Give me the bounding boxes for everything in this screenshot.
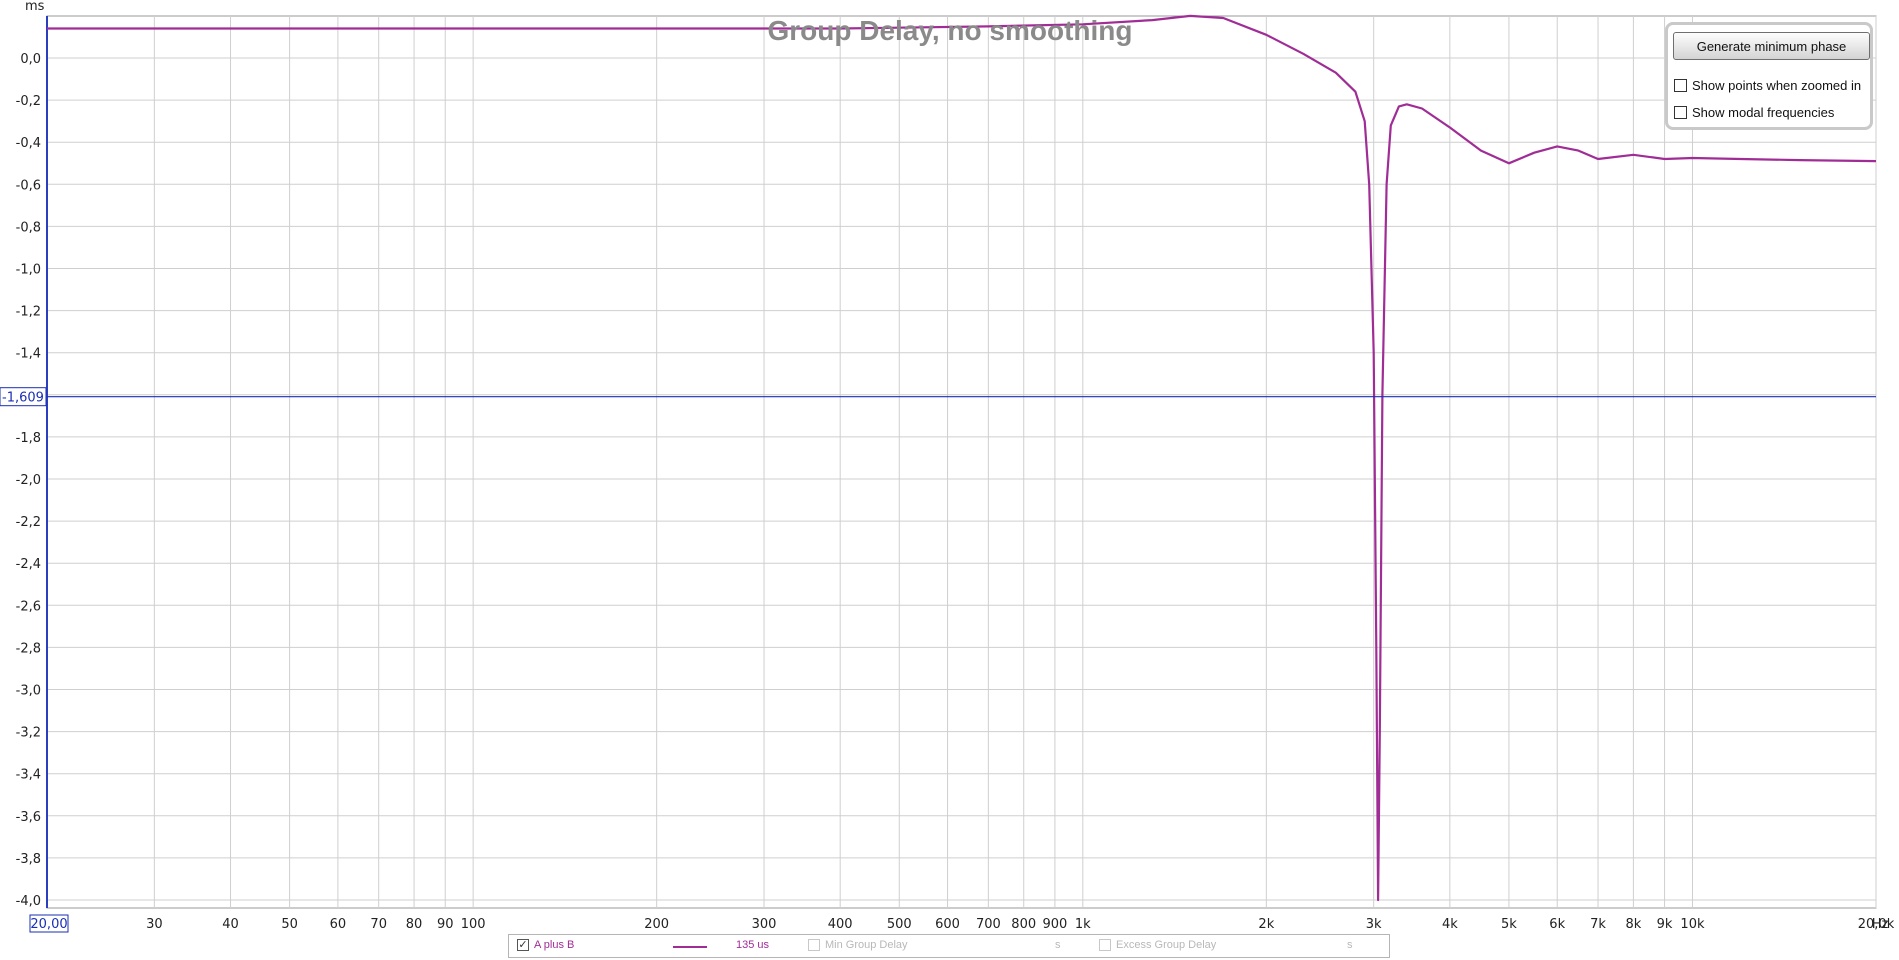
legend-value-a-plus-b: 135 us bbox=[736, 939, 770, 951]
y-tick-label: -0,2 bbox=[16, 94, 41, 109]
legend-checkbox-excess-group-delay[interactable] bbox=[1099, 939, 1111, 951]
y-tick-label: -0,6 bbox=[16, 178, 41, 193]
control-panel: Generate minimum phase Show points when … bbox=[1665, 22, 1873, 130]
x-tick-label: 5k bbox=[1501, 917, 1517, 932]
x-tick-label: 200 bbox=[644, 917, 669, 932]
legend-item-min-group-delay[interactable]: Min Group Delay bbox=[808, 939, 908, 951]
y-tick-label: -1,8 bbox=[16, 431, 41, 446]
y-tick-label: -4,0 bbox=[16, 894, 41, 909]
x-tick-label: 6k bbox=[1549, 917, 1565, 932]
chart-title: Group Delay, no smoothing bbox=[767, 15, 1132, 46]
group-delay-chart[interactable]: 0,0-0,2-0,4-0,6-0,8-1,0-1,2-1,4-1,6-1,8-… bbox=[0, 0, 1899, 960]
show-points-row[interactable]: Show points when zoomed in bbox=[1674, 78, 1861, 93]
show-modal-checkbox[interactable] bbox=[1674, 106, 1687, 119]
legend-checkbox-a-plus-b[interactable]: ✓ bbox=[517, 939, 529, 951]
y-tick-label: -3,6 bbox=[16, 810, 41, 825]
y-tick-label: -3,2 bbox=[16, 726, 41, 741]
x-tick-label: 500 bbox=[887, 917, 912, 932]
show-modal-label: Show modal frequencies bbox=[1692, 105, 1835, 120]
y-tick-label: -2,2 bbox=[16, 515, 41, 530]
x-tick-label: 400 bbox=[828, 917, 853, 932]
x-tick-label: 800 bbox=[1011, 917, 1036, 932]
x-tick-label: 9k bbox=[1657, 917, 1673, 932]
x-tick-label: 300 bbox=[752, 917, 777, 932]
y-tick-label: -0,8 bbox=[16, 220, 41, 235]
x-tick-label: 100 bbox=[461, 917, 486, 932]
y-tick-label: -3,0 bbox=[16, 684, 41, 699]
y-axis-unit: ms bbox=[25, 0, 45, 14]
y-tick-label: -0,4 bbox=[16, 136, 41, 151]
legend-checkbox-min-group-delay[interactable] bbox=[808, 939, 820, 951]
x-tick-label: 7k bbox=[1590, 917, 1606, 932]
show-modal-row[interactable]: Show modal frequencies bbox=[1674, 105, 1834, 120]
legend-bar: ✓ A plus B 135 us Min Group Delay s Exce… bbox=[508, 934, 1390, 958]
x-tick-label: 8k bbox=[1625, 917, 1641, 932]
legend-label-min-group-delay: Min Group Delay bbox=[825, 939, 908, 951]
x-tick-label: 10k bbox=[1680, 917, 1705, 932]
x-tick-label: 70 bbox=[370, 917, 387, 932]
legend-item-a-plus-b[interactable]: ✓ A plus B bbox=[517, 939, 574, 951]
x-tick-label: 80 bbox=[406, 917, 423, 932]
x-tick-label: 60 bbox=[330, 917, 347, 932]
y-tick-label: -2,8 bbox=[16, 641, 41, 656]
y-tick-label: -2,4 bbox=[16, 557, 41, 572]
x-tick-label: 700 bbox=[976, 917, 1001, 932]
generate-minimum-phase-button[interactable]: Generate minimum phase bbox=[1673, 32, 1870, 60]
legend-value-min-group-delay: s bbox=[1055, 939, 1061, 951]
x-tick-label: 2k bbox=[1258, 917, 1274, 932]
legend-label-a-plus-b: A plus B bbox=[534, 939, 575, 951]
x-tick-label: 20,00 bbox=[30, 917, 67, 932]
x-tick-label: 4k bbox=[1442, 917, 1458, 932]
legend-value-excess-group-delay: s bbox=[1347, 939, 1353, 951]
y-tick-label: -1,0 bbox=[16, 263, 41, 278]
show-points-label: Show points when zoomed in bbox=[1692, 78, 1862, 93]
cursor-label: -1,609 bbox=[2, 391, 44, 406]
legend-label-excess-group-delay: Excess Group Delay bbox=[1116, 939, 1217, 951]
show-points-checkbox[interactable] bbox=[1674, 79, 1687, 92]
legend-swatch-a-plus-b bbox=[673, 946, 707, 948]
y-tick-labels: 0,0-0,2-0,4-0,6-0,8-1,0-1,2-1,4-1,6-1,8-… bbox=[16, 52, 41, 909]
y-tick-label: -3,8 bbox=[16, 852, 41, 867]
y-tick-label: -2,0 bbox=[16, 473, 41, 488]
legend-item-excess-group-delay[interactable]: Excess Group Delay bbox=[1099, 939, 1216, 951]
y-tick-label: -1,4 bbox=[16, 347, 41, 362]
x-axis-unit: Hz bbox=[1872, 917, 1889, 932]
y-tick-label: -2,6 bbox=[16, 599, 41, 614]
x-tick-labels: 20,00 30 40 50 60 70 80 90 100 200 300 400 500 600 700… bbox=[29, 914, 1895, 933]
x-tick-label: 90 bbox=[437, 917, 454, 932]
y-tick-label: -3,4 bbox=[16, 768, 41, 783]
x-tick-label: 600 bbox=[935, 917, 960, 932]
y-tick-label: -1,2 bbox=[16, 305, 41, 320]
x-tick-label: 900 bbox=[1042, 917, 1067, 932]
y-tick-label: 0,0 bbox=[20, 52, 41, 67]
horizontal-grid bbox=[47, 57, 1876, 901]
x-tick-label: 50 bbox=[281, 917, 298, 932]
x-tick-label: 30 bbox=[146, 917, 163, 932]
x-tick-label: 3k bbox=[1366, 917, 1382, 932]
x-tick-label: 1k bbox=[1075, 917, 1091, 932]
x-tick-label: 40 bbox=[222, 917, 239, 932]
